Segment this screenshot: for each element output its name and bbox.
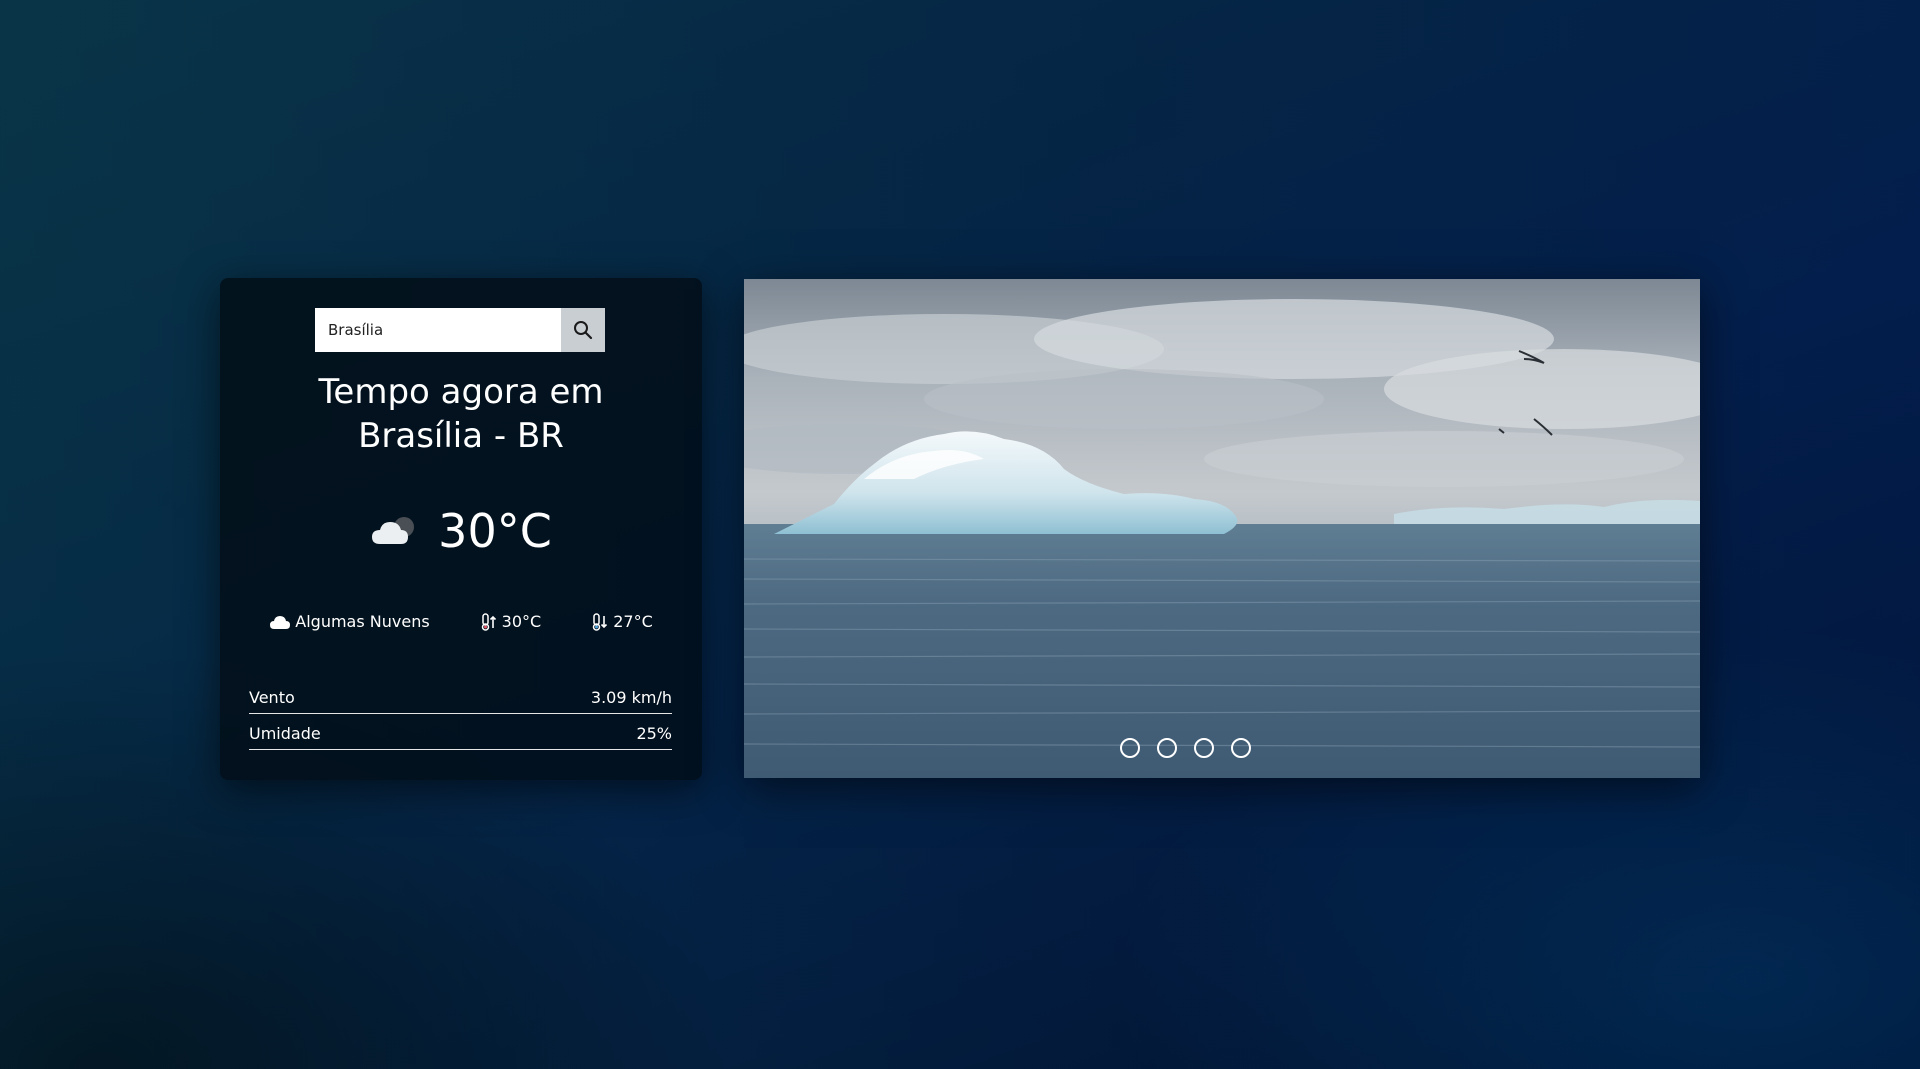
description: Algumas Nuvens [269,612,430,631]
carousel-dot-1[interactable] [1119,738,1140,758]
cloud-icon [270,615,291,629]
stat-row-wind: Vento 3.09 km/h [249,678,672,714]
humidity-label: Umidade [249,724,321,743]
wind-value: 3.09 km/h [590,688,672,707]
search-input[interactable] [315,308,561,352]
description-label: Algumas Nuvens [295,612,430,631]
weather-details: Algumas Nuvens 30°C 27°C [220,612,702,631]
search-button[interactable] [561,308,605,352]
max-temperature-value: 30°C [501,612,542,631]
search-bar [315,308,605,352]
wind-label: Vento [249,688,295,707]
search-icon [574,321,593,340]
stat-row-humidity: Umidade 25% [249,714,672,750]
image-carousel[interactable] [744,279,1700,778]
thermometer-up-icon [481,612,496,631]
max-temperature: 30°C [480,612,542,631]
thermometer-down-icon [592,612,608,631]
humidity-value: 25% [636,724,672,743]
carousel-dots [744,738,1663,758]
carousel-dot-3[interactable] [1193,738,1214,758]
carousel-image [744,279,1700,778]
carousel-dot-4[interactable] [1230,738,1251,758]
current-temperature: 30°C [220,504,702,558]
min-temperature-value: 27°C [613,612,653,631]
cloud-icon [372,517,415,544]
weather-title: Tempo agora em Brasília - BR [220,370,702,458]
title-line-1: Tempo agora em [318,372,604,412]
weather-stats: Vento 3.09 km/h Umidade 25% [249,678,672,750]
location-label: Brasília - BR [358,416,564,456]
temperature-value: 30°C [438,504,552,558]
carousel-dot-2[interactable] [1156,738,1177,758]
min-temperature: 27°C [591,612,653,631]
weather-card: Tempo agora em Brasília - BR 30°C Alguma… [220,278,702,780]
